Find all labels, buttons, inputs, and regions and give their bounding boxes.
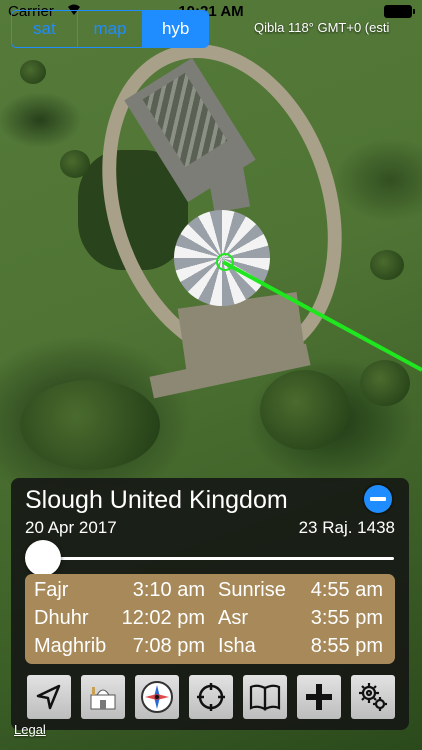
battery-icon — [384, 5, 415, 18]
location-arrow-icon — [36, 684, 61, 710]
gear-icon — [359, 683, 387, 711]
time-slider-thumb[interactable] — [25, 540, 61, 576]
prayer-time: 8:55 pm — [310, 635, 383, 657]
map-type-map[interactable]: map — [78, 11, 144, 47]
mosque-icon — [90, 687, 116, 710]
prayer-row: Maghrib 7:08 pm Isha 8:55 pm — [25, 635, 395, 663]
prayer-row: Fajr 3:10 am Sunrise 4:55 am — [25, 579, 395, 607]
prayer-row: Dhuhr 12:02 pm Asr 3:55 pm — [25, 607, 395, 635]
hijri-date: 23 Raj. 1438 — [298, 518, 395, 537]
map-type-sat[interactable]: sat — [12, 11, 78, 47]
map-type-segmented-control[interactable]: sat map hyb — [11, 10, 209, 48]
compass-icon — [141, 681, 173, 713]
qibla-info-label: Qibla 118° GMT+0 (esti — [254, 20, 390, 35]
crosshair-icon — [197, 683, 225, 711]
prayer-name: Dhuhr — [34, 607, 89, 629]
legal-link[interactable]: Legal — [14, 722, 46, 737]
prayer-name: Asr — [218, 607, 248, 629]
map-type-hyb[interactable]: hyb — [143, 11, 208, 47]
prayer-time: 7:08 pm — [132, 635, 205, 657]
prayer-time: 12:02 pm — [121, 607, 205, 629]
center-map-button[interactable] — [189, 675, 233, 719]
mosque-button[interactable] — [81, 675, 125, 719]
prayer-time: 3:55 pm — [310, 607, 383, 629]
prayer-name: Maghrib — [34, 635, 107, 657]
prayer-panel: Slough United Kingdom 20 Apr 2017 23 Raj… — [11, 478, 409, 730]
compass-button[interactable] — [135, 675, 179, 719]
book-icon — [249, 684, 281, 711]
settings-button[interactable] — [351, 675, 395, 719]
prayer-name: Sunrise — [218, 579, 286, 601]
add-location-button[interactable] — [297, 675, 341, 719]
prayer-time: 3:10 am — [132, 579, 205, 601]
prayer-times-table: Fajr 3:10 am Sunrise 4:55 am Dhuhr 12:02… — [25, 574, 395, 664]
city-name: Slough United Kingdom — [25, 486, 288, 514]
plus-icon — [306, 684, 332, 710]
prayer-time: 4:55 am — [310, 579, 383, 601]
time-slider-track[interactable] — [43, 557, 394, 560]
locate-button[interactable] — [27, 675, 71, 719]
collapse-panel-button[interactable] — [364, 485, 392, 513]
gregorian-date: 20 Apr 2017 — [25, 518, 117, 537]
prayer-name: Fajr — [34, 579, 69, 601]
book-button[interactable] — [243, 675, 287, 719]
prayer-name: Isha — [218, 635, 256, 657]
